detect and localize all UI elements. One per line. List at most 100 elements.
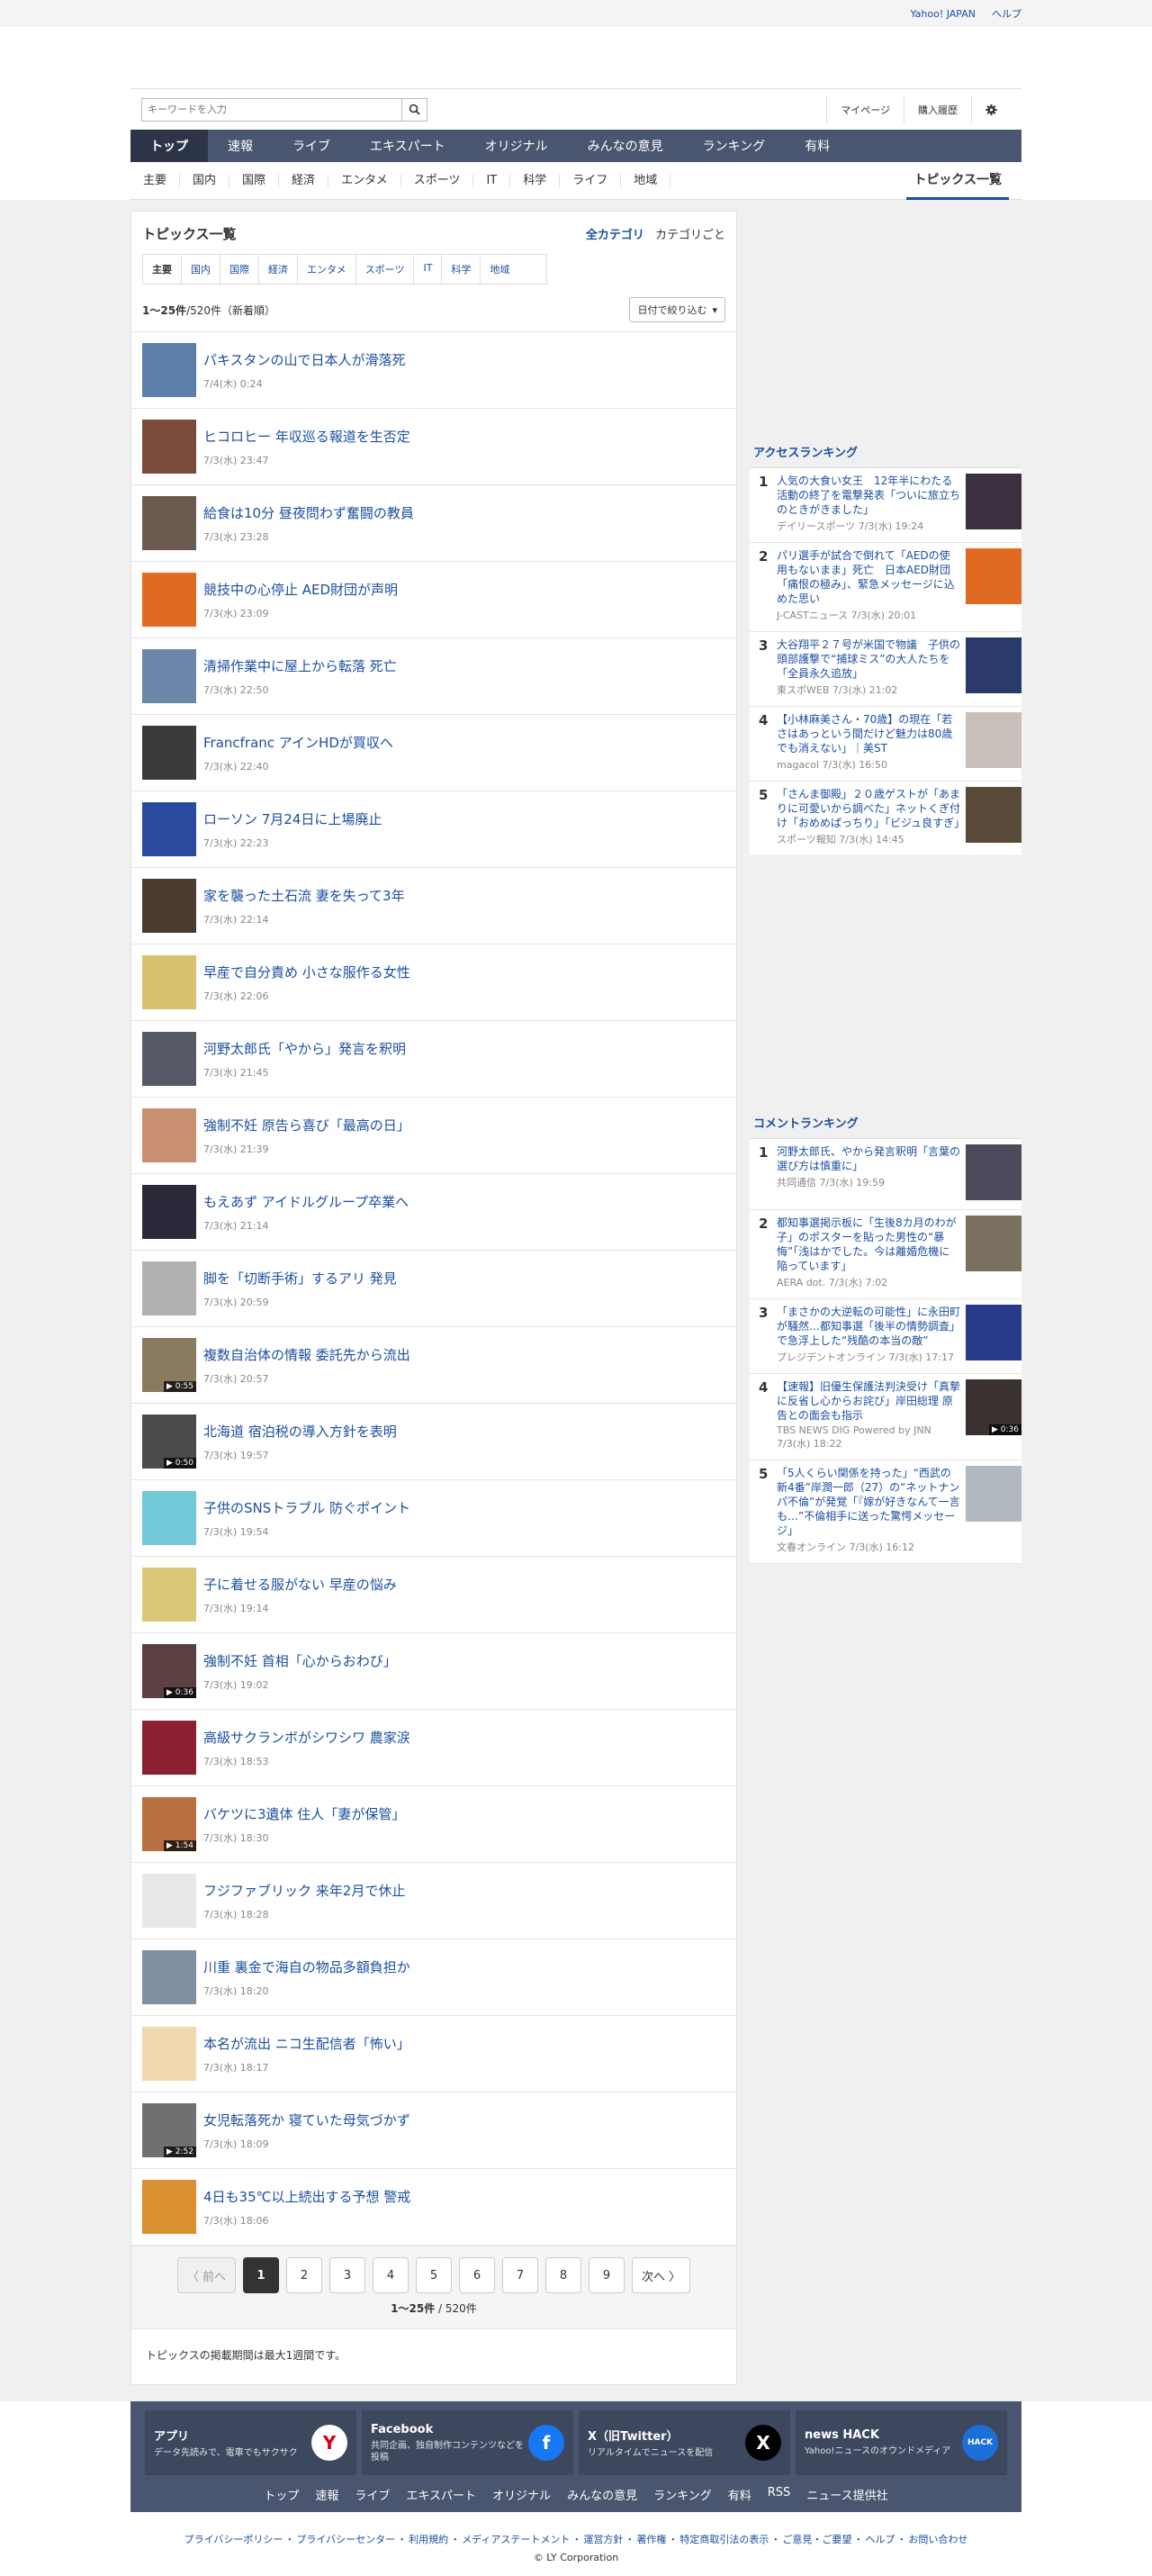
news-item[interactable]: Francfranc アインHDが買収へ 7/3(水) 22:40 bbox=[131, 715, 736, 791]
footer-nav-link[interactable]: みんなの意見 bbox=[559, 2486, 645, 2503]
sub-nav-item[interactable]: 国際 bbox=[230, 174, 280, 187]
news-item[interactable]: フジファブリック 来年2月で休止 7/3(水) 18:28 bbox=[131, 1863, 736, 1939]
news-item[interactable]: ▶ 0:36 強制不妊 首相「心からおわび」 7/3(水) 19:02 bbox=[131, 1633, 736, 1710]
pager-page-button[interactable]: 4 bbox=[373, 2257, 409, 2293]
news-item[interactable]: 高級サクランボがシワシワ 農家涙 7/3(水) 18:53 bbox=[131, 1710, 736, 1786]
ranking-item[interactable]: 2 都知事選掲示板に「生後8カ月のわが子」のポスターを貼った男性の“暴悔”「浅はか… bbox=[750, 1210, 1022, 1299]
footer-nav-link[interactable]: オリジナル bbox=[484, 2486, 559, 2503]
footer-nav-link[interactable]: エキスパート bbox=[398, 2486, 484, 2503]
news-item[interactable]: パキスタンの山で日本人が滑落死 7/4(木) 0:24 bbox=[131, 332, 736, 409]
pager-prev-button[interactable]: 〈 前へ bbox=[176, 2257, 236, 2293]
category-tab[interactable]: スポーツ bbox=[356, 255, 415, 284]
news-item[interactable]: ▶ 0:55 複数自治体の情報 委託先から流出 7/3(水) 20:57 bbox=[131, 1327, 736, 1404]
news-item[interactable]: 子供のSNSトラブル 防ぐポイント 7/3(水) 19:54 bbox=[131, 1480, 736, 1557]
promo-card[interactable]: アプリ データ先読みで、電車でもサクサク Y bbox=[145, 2410, 356, 2475]
search-input[interactable] bbox=[142, 98, 401, 121]
legal-link[interactable]: メディアステートメント bbox=[462, 2534, 570, 2545]
category-tab[interactable]: 地域 bbox=[481, 255, 518, 284]
sub-nav-item[interactable]: IT bbox=[473, 174, 511, 187]
mypage-link[interactable]: マイページ bbox=[826, 95, 904, 123]
legal-link[interactable]: 特定商取引法の表示 bbox=[680, 2534, 769, 2545]
topics-list-link[interactable]: トピックス一覧 bbox=[906, 162, 1009, 200]
sub-nav-item[interactable]: ライフ bbox=[560, 174, 622, 187]
ranking-item[interactable]: 3 「まさかの大逆転の可能性」に永田町が騒然…都知事選「後半の情勢調査」で急浮上し… bbox=[750, 1299, 1022, 1374]
news-item[interactable]: 強制不妊 原告ら喜び「最高の日」 7/3(水) 21:39 bbox=[131, 1098, 736, 1174]
category-tab[interactable]: 経済 bbox=[259, 255, 298, 284]
ranking-item[interactable]: 4 【速報】旧優生保護法判決受け「真摯に反省し心からお詫び」岸田総理 原告との面会… bbox=[750, 1374, 1022, 1460]
footer-nav-link[interactable]: 速報 bbox=[307, 2486, 346, 2503]
news-item[interactable]: 河野太郎氏「やから」発言を釈明 7/3(水) 21:45 bbox=[131, 1021, 736, 1098]
pager-page-button[interactable]: 5 bbox=[416, 2257, 452, 2293]
pager-page-button[interactable]: 2 bbox=[286, 2257, 322, 2293]
legal-link[interactable]: ヘルプ bbox=[865, 2534, 895, 2545]
main-nav-item[interactable]: ライブ bbox=[273, 130, 350, 162]
legal-link[interactable]: プライバシーポリシー bbox=[184, 2534, 284, 2545]
news-item[interactable]: ヒコロヒー 年収巡る報道を生否定 7/3(水) 23:47 bbox=[131, 409, 736, 485]
pager-page-button[interactable]: 6 bbox=[459, 2257, 495, 2293]
ranking-item[interactable]: 1 人気の大食い女王 12年半にわたる活動の終了を電撃発表「ついに旅立ちのときがき… bbox=[750, 468, 1022, 543]
yahoo-japan-link[interactable]: Yahoo! JAPAN bbox=[910, 8, 976, 20]
news-item[interactable]: ▶ 1:54 バケツに3遺体 住人「妻が保管」 7/3(水) 18:30 bbox=[131, 1786, 736, 1863]
sub-nav-item[interactable]: 国内 bbox=[180, 174, 230, 187]
news-item[interactable]: 脚を「切断手術」するアリ 発見 7/3(水) 20:59 bbox=[131, 1251, 736, 1327]
category-tab[interactable]: 主要 bbox=[143, 255, 182, 284]
footer-nav-link[interactable]: RSS bbox=[760, 2486, 799, 2503]
pager-page-button[interactable]: 7 bbox=[502, 2257, 538, 2293]
news-item[interactable]: 清掃作業中に屋上から転落 死亡 7/3(水) 22:50 bbox=[131, 638, 736, 715]
news-item[interactable]: もえあず アイドルグループ卒業へ 7/3(水) 21:14 bbox=[131, 1174, 736, 1251]
ranking-item[interactable]: 5 「さんま御殿」２０歳ゲストが「あまりに可愛いから調べた」ネットくぎ付け「おめめ… bbox=[750, 782, 1022, 856]
sub-nav-item[interactable]: スポーツ bbox=[401, 174, 474, 187]
pager-page-button[interactable]: 9 bbox=[589, 2257, 625, 2293]
footer-nav-link[interactable]: ライブ bbox=[346, 2486, 398, 2503]
legal-link[interactable]: お問い合わせ bbox=[908, 2534, 968, 2545]
footer-nav-link[interactable]: 有料 bbox=[720, 2486, 760, 2503]
news-item[interactable]: ▶ 0:50 北海道 宿泊税の導入方針を表明 7/3(水) 19:57 bbox=[131, 1404, 736, 1480]
category-tab[interactable]: 科学 bbox=[442, 255, 482, 284]
ranking-item[interactable]: 5 「5人くらい関係を持った」“西武の新4番”岸潤一郎（27）の“ネットナンパ不倫… bbox=[750, 1460, 1022, 1564]
footer-nav-link[interactable]: ランキング bbox=[645, 2486, 720, 2503]
news-item[interactable]: 子に着せる服がない 早産の悩み 7/3(水) 19:14 bbox=[131, 1557, 736, 1633]
legal-link[interactable]: 著作権 bbox=[636, 2534, 666, 2545]
ranking-item[interactable]: 1 河野太郎氏、やから発言釈明「言葉の選び方は慎重に」 共同通信 7/3(水) 19… bbox=[750, 1139, 1022, 1210]
main-nav-item[interactable]: エキスパート bbox=[350, 130, 465, 162]
category-tab[interactable]: 国内 bbox=[182, 255, 220, 284]
ranking-item[interactable]: 4 【小林麻美さん・70歳】の現在「若さはあっという間だけど魅力は80歳でも消えな… bbox=[750, 707, 1022, 782]
promo-card[interactable]: X（旧Twitter） リアルタイムでニュースを配信 X bbox=[579, 2410, 790, 2475]
main-nav-item[interactable]: オリジナル bbox=[465, 130, 568, 162]
legal-link[interactable]: プライバシーセンター bbox=[296, 2534, 395, 2545]
news-item[interactable]: 4日も35℃以上続出する予想 警戒 7/3(水) 18:06 bbox=[131, 2169, 736, 2246]
category-tab[interactable]: エンタメ bbox=[298, 255, 356, 284]
promo-card[interactable]: Facebook 共同企画、独自制作コンテンツなどを投稿 f bbox=[362, 2410, 573, 2475]
news-item[interactable]: 給食は10分 昼夜問わず奮闘の教員 7/3(水) 23:28 bbox=[131, 485, 736, 562]
legal-link[interactable]: 利用規約 bbox=[409, 2534, 448, 2545]
news-item[interactable]: 本名が流出 ニコ生配信者「怖い」 7/3(水) 18:17 bbox=[131, 2016, 736, 2092]
legal-link[interactable]: 運営方針 bbox=[583, 2534, 623, 2545]
sub-nav-item[interactable]: エンタメ bbox=[328, 174, 401, 187]
news-item[interactable]: ▶ 2:52 女児転落死か 寝ていた母気づかず 7/3(水) 18:09 bbox=[131, 2092, 736, 2169]
pager-next-button[interactable]: 次へ 〉 bbox=[632, 2257, 691, 2293]
all-categories-link[interactable]: 全カテゴリ bbox=[586, 229, 644, 242]
promo-card[interactable]: news HACK Yahoo!ニュースのオウンドメディア HACK bbox=[796, 2410, 1007, 2475]
news-item[interactable]: 家を襲った土石流 妻を失って3年 7/3(水) 22:14 bbox=[131, 868, 736, 945]
ranking-item[interactable]: 3 大谷翔平２７号が米国で物議 子供の頭部護撃で“捕球ミス”の大人たちを「全員永久… bbox=[750, 632, 1022, 707]
purchase-history-link[interactable]: 購入履歴 bbox=[904, 95, 971, 123]
footer-nav-link[interactable]: ニュース提供社 bbox=[798, 2486, 896, 2503]
date-filter-button[interactable]: 日付で絞り込む ▾ bbox=[629, 297, 725, 322]
help-link[interactable]: ヘルプ bbox=[992, 6, 1022, 21]
settings-button[interactable] bbox=[971, 95, 1011, 123]
sub-nav-item[interactable]: 主要 bbox=[130, 174, 181, 187]
category-tab[interactable]: 国際 bbox=[220, 255, 259, 284]
pager-page-button[interactable]: 3 bbox=[329, 2257, 365, 2293]
sub-nav-item[interactable]: 科学 bbox=[510, 174, 561, 187]
main-nav-item[interactable]: 速報 bbox=[208, 130, 273, 162]
main-nav-item[interactable]: みんなの意見 bbox=[568, 130, 683, 162]
search-button[interactable] bbox=[401, 98, 427, 121]
pager-page-button[interactable]: 8 bbox=[545, 2257, 581, 2293]
footer-nav-link[interactable]: トップ bbox=[256, 2486, 307, 2503]
legal-link[interactable]: ご意見・ご要望 bbox=[782, 2534, 851, 2545]
main-nav-item[interactable]: トップ bbox=[130, 130, 208, 162]
pager-page-button[interactable]: 1 bbox=[243, 2257, 279, 2293]
sub-nav-item[interactable]: 地域 bbox=[621, 174, 671, 187]
category-tab[interactable]: IT bbox=[414, 255, 443, 284]
news-item[interactable]: ローソン 7月24日に上場廃止 7/3(水) 22:23 bbox=[131, 791, 736, 868]
